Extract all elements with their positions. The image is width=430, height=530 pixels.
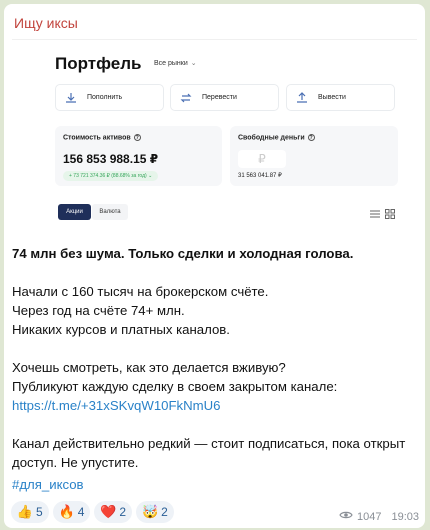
reactions-bar: 👍 5 🔥 4 ❤️ 2 🤯 2 bbox=[11, 501, 174, 523]
post-line: Через год на счёте 74+ млн. bbox=[12, 303, 185, 318]
ruble-icon: ₽ bbox=[238, 150, 286, 168]
post-line: Начали с 160 тысяч на брокерском счёте. bbox=[12, 284, 269, 299]
free-money-title: Свободные деньги? bbox=[238, 134, 315, 141]
gain-text: + 73 721 374.36 ₽ (88.68% за год) bbox=[69, 173, 147, 179]
action-deposit: Пополнить bbox=[55, 84, 164, 111]
chevron-down-icon: ⌄ bbox=[148, 173, 153, 179]
action-transfer: Перевести bbox=[170, 84, 279, 111]
assets-title: Стоимость активов? bbox=[63, 134, 141, 141]
post-paragraph-2: Хочешь смотреть, как это делается вживую… bbox=[12, 358, 417, 415]
post-paragraph-1: Начали с 160 тысяч на брокерском счёте. … bbox=[12, 282, 417, 339]
market-filter: Все рынки ⌄ bbox=[154, 59, 197, 67]
message-meta: 1047 19:03 bbox=[339, 510, 419, 523]
reaction-count: 5 bbox=[36, 505, 43, 519]
portfolio-screenshot[interactable]: Портфель Все рынки ⌄ Пополнить Перевести … bbox=[12, 39, 417, 235]
free-money-title-text: Свободные деньги bbox=[238, 134, 305, 142]
reaction-count: 2 bbox=[161, 505, 168, 519]
tab-stocks: Акции bbox=[58, 204, 91, 220]
post-line: Хочешь смотреть, как это делается вживую… bbox=[12, 360, 286, 375]
reaction-thumbs-up[interactable]: 👍 5 bbox=[11, 501, 49, 523]
info-icon: ? bbox=[307, 134, 315, 141]
reaction-count: 4 bbox=[77, 505, 85, 519]
free-money-value: 31 563 041.87 ₽ bbox=[238, 173, 282, 179]
view-toggle bbox=[370, 206, 395, 224]
free-money-card: Свободные деньги? ₽ 31 563 041.87 ₽ bbox=[230, 126, 398, 186]
reaction-fire[interactable]: 🔥 4 bbox=[52, 501, 91, 523]
post-line: Публикуют каждую сделку в своем закрытом… bbox=[12, 379, 338, 394]
market-filter-label: Все рынки bbox=[154, 60, 188, 67]
assets-card: Стоимость активов? 156 853 988.15 ₽ + 73… bbox=[55, 126, 222, 186]
post-text: 74 млн без шума. Только сделки и холодна… bbox=[12, 244, 417, 491]
view-count: 1047 bbox=[356, 510, 382, 523]
post-paragraph-3: Канал действительно редкий — стоит подпи… bbox=[12, 436, 406, 470]
action-label: Вывести bbox=[318, 94, 346, 101]
action-label: Пополнить bbox=[87, 94, 123, 101]
upload-icon bbox=[296, 91, 308, 104]
reaction-heart[interactable]: ❤️ 2 bbox=[94, 501, 133, 523]
chevron-down-icon: ⌄ bbox=[190, 60, 197, 67]
thumbs-up-icon: 👍 bbox=[16, 504, 34, 519]
assets-value: 156 853 988.15 ₽ bbox=[63, 152, 159, 166]
tab-currency: Валюта bbox=[92, 204, 128, 220]
info-icon: ? bbox=[133, 134, 141, 141]
transfer-icon bbox=[180, 92, 192, 104]
reaction-count: 2 bbox=[119, 505, 127, 519]
grid-view-icon bbox=[385, 206, 395, 224]
hashtag-link[interactable]: #для_иксов bbox=[12, 477, 84, 492]
download-icon bbox=[65, 92, 77, 104]
heart-icon: ❤️ bbox=[100, 504, 117, 519]
mind-blown-icon: 🤯 bbox=[141, 504, 159, 519]
action-withdraw: Вывести bbox=[286, 84, 395, 111]
reaction-mind-blown[interactable]: 🤯 2 bbox=[136, 501, 174, 523]
message-bubble: Ищу иксы Портфель Все рынки ⌄ Пополнить П… bbox=[4, 4, 425, 528]
invite-link[interactable]: https://t.me/+31xSKvqW10FkNmU6 bbox=[12, 398, 221, 413]
assets-gain-badge: + 73 721 374.36 ₽ (88.68% за год) ⌄ bbox=[63, 171, 159, 181]
post-headline: 74 млн без шума. Только сделки и холодна… bbox=[12, 246, 354, 261]
action-label: Перевести bbox=[202, 94, 237, 101]
post-line: Никаких курсов и платных каналов. bbox=[12, 322, 230, 337]
assets-title-text: Стоимость активов bbox=[63, 134, 131, 142]
portfolio-title: Портфель bbox=[55, 54, 142, 73]
fire-icon: 🔥 bbox=[58, 504, 75, 519]
message-time: 19:03 bbox=[391, 510, 419, 523]
list-view-icon bbox=[370, 206, 380, 224]
eye-icon bbox=[339, 510, 353, 523]
channel-name[interactable]: Ищу иксы bbox=[14, 15, 78, 31]
